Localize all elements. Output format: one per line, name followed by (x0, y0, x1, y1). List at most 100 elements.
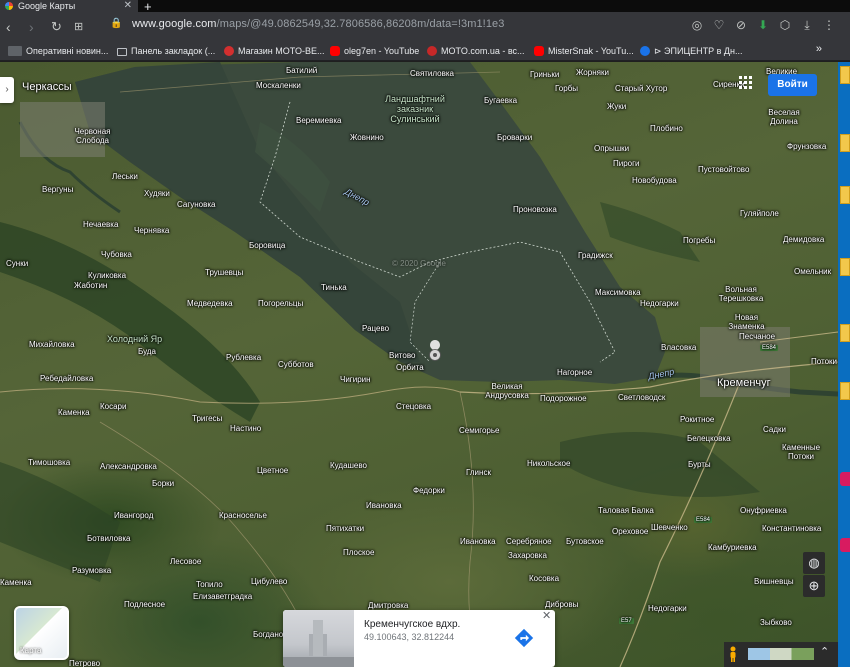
place-label[interactable]: Белецковка (687, 434, 731, 443)
reload-icon[interactable]: ↻ (51, 18, 62, 36)
download-green-icon[interactable]: ⬇ (752, 18, 774, 32)
place-label[interactable]: Омельник (794, 267, 831, 276)
place-label[interactable]: Вергуны (42, 185, 73, 194)
place-label[interactable]: Буда (138, 347, 156, 356)
folder-icon[interactable] (840, 186, 850, 204)
place-label[interactable]: Ивановка (460, 537, 496, 546)
place-label[interactable]: Новобудова (632, 176, 677, 185)
folder-icon[interactable] (840, 66, 850, 84)
place-label[interactable]: Подорожное (540, 394, 587, 403)
place-label[interactable]: Захаровка (508, 551, 547, 560)
place-label[interactable]: Броварки (497, 133, 532, 142)
place-label[interactable]: Сунки (6, 259, 28, 268)
place-label[interactable]: Стецовка (396, 402, 431, 411)
place-label[interactable]: Онуфриевка (740, 506, 787, 515)
place-label[interactable]: Ивангород (114, 511, 153, 520)
folder-icon[interactable] (840, 382, 850, 400)
place-label[interactable]: Лесовое (170, 557, 201, 566)
map-layer-toggle[interactable]: Карта (14, 606, 69, 660)
place-label[interactable]: Константиновка (762, 524, 821, 533)
place-label[interactable]: Борки (152, 479, 174, 488)
cube-icon[interactable]: ⬡ (774, 18, 796, 32)
place-label[interactable]: Косари (100, 402, 126, 411)
app-icon[interactable] (840, 538, 850, 552)
vpn-icon[interactable]: ⊘ (730, 18, 752, 32)
expand-side-panel-button[interactable]: › (0, 77, 14, 103)
place-label[interactable]: Пятихатки (326, 524, 364, 533)
google-apps-icon[interactable] (739, 76, 753, 90)
place-label[interactable]: Недогарки (648, 604, 687, 613)
bookmarks-more-button[interactable]: » (816, 43, 822, 55)
place-label[interactable]: Песчаное (739, 332, 775, 341)
place-label[interactable]: Рацево (362, 324, 389, 333)
folder-icon[interactable] (840, 324, 850, 342)
nature-reserve-label[interactable]: Холодний Яр (107, 334, 162, 344)
place-label[interactable]: Каменка (58, 408, 90, 417)
place-label[interactable]: Жорняки (576, 68, 609, 77)
imagery-thumbnails[interactable] (748, 648, 814, 660)
bookmark-mistersnak[interactable]: MisterSnak - YouTu... (534, 44, 634, 59)
place-label[interactable]: Цветное (257, 466, 288, 475)
close-info-card-icon[interactable]: ✕ (542, 611, 551, 622)
place-label[interactable]: Ивановка (366, 501, 402, 510)
place-label[interactable]: Трушевцы (205, 268, 243, 277)
place-label[interactable]: Семигорье (459, 426, 499, 435)
globe-icon[interactable]: ◍ (803, 552, 825, 574)
place-label[interactable]: Сагуновка (177, 200, 215, 209)
extension-icon[interactable]: ⋮ (818, 18, 840, 32)
place-label[interactable]: Орбита (396, 363, 424, 372)
place-label[interactable]: Глинск (466, 468, 491, 477)
place-label[interactable]: Гриньки (530, 70, 559, 79)
place-label[interactable]: Леськи (112, 172, 138, 181)
place-label[interactable]: Ребедайловка (40, 374, 93, 383)
place-label[interactable]: Чернявка (134, 226, 169, 235)
place-label[interactable]: Тимошовка (28, 458, 70, 467)
sign-in-button[interactable]: Войти (768, 74, 817, 96)
app-icon[interactable] (840, 472, 850, 486)
forward-arrow-icon[interactable]: › (29, 18, 34, 36)
place-label[interactable]: Дмитровка (368, 601, 408, 610)
place-label[interactable]: Веремиевка (296, 116, 341, 125)
place-label[interactable]: Подлесное (124, 600, 165, 609)
place-label[interactable]: Чубовка (101, 250, 132, 259)
place-label[interactable]: Каменные Потоки (776, 443, 826, 461)
tab-close-icon[interactable]: ✕ (124, 0, 132, 12)
place-label[interactable]: Червоная Слобода (70, 127, 115, 145)
place-label[interactable]: Разумовка (72, 566, 111, 575)
place-label[interactable]: Витово (389, 351, 415, 360)
place-label[interactable]: Святиловка (410, 69, 454, 78)
bookmark-moto-com-ua[interactable]: MOTO.com.ua - вс... (427, 44, 525, 59)
place-label[interactable]: Плоское (343, 548, 374, 557)
place-label[interactable]: Таловая Балка (598, 506, 654, 515)
bookmark-oleg7en[interactable]: oleg7en - YouTube (330, 44, 419, 59)
download-icon[interactable]: ⤓ (796, 18, 818, 33)
my-location-icon[interactable]: ⊕ (803, 575, 825, 597)
bookmark-unn[interactable]: Оперативні новин... (8, 44, 108, 59)
bookmark-folder[interactable]: Панель закладок (... (117, 44, 215, 59)
place-title[interactable]: Кременчугское вдхр. (364, 619, 460, 630)
heart-icon[interactable]: ♡ (708, 18, 730, 32)
place-label[interactable]: Медведевка (187, 299, 233, 308)
place-label[interactable]: Ореховое (612, 527, 648, 536)
place-label[interactable]: Жовнино (350, 133, 384, 142)
place-label[interactable]: Серебряное (506, 537, 552, 546)
place-label[interactable]: Елизаветградка (193, 592, 252, 601)
place-label[interactable]: Бурты (688, 460, 711, 469)
place-label[interactable]: Михайловка (29, 340, 75, 349)
place-label[interactable]: Бутовское (566, 537, 604, 546)
place-label[interactable]: Петрово (69, 659, 100, 667)
back-arrow-icon[interactable]: ‹ (6, 18, 11, 36)
bookmark-epicenter[interactable]: ⊳ ЭПИЦЕНТР в Дн... (640, 44, 742, 59)
place-label[interactable]: Веселая Долина (764, 108, 804, 126)
place-label[interactable]: Опрышки (594, 144, 629, 153)
place-label[interactable]: Косовка (529, 574, 559, 583)
directions-icon[interactable] (513, 627, 535, 649)
place-label[interactable]: Шевченко (651, 523, 688, 532)
place-label[interactable]: Субботов (278, 360, 314, 369)
place-label[interactable]: Великая Андрусовка (483, 382, 531, 400)
place-label[interactable]: Куликовка (88, 271, 126, 280)
nature-reserve-label[interactable]: Ландшафтний заказник Сулинський (380, 94, 450, 124)
place-label[interactable]: Черкассы (22, 81, 72, 93)
place-label[interactable]: Камбуриевка (708, 543, 757, 552)
place-label[interactable]: Пироги (613, 159, 640, 168)
